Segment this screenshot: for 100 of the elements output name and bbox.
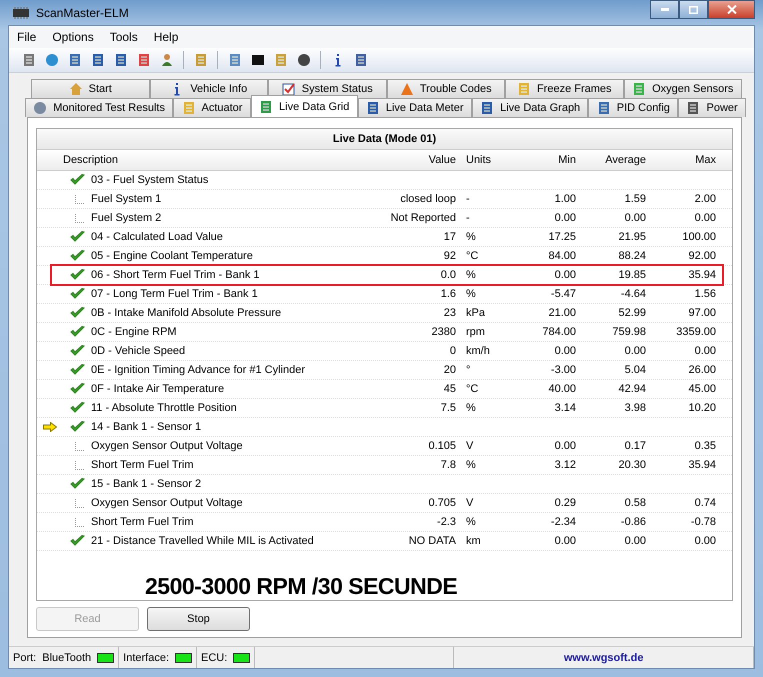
website-link[interactable]: www.wgsoft.de — [564, 652, 644, 664]
menu-item[interactable]: File — [17, 30, 36, 44]
min-cell: 0.29 — [554, 497, 576, 509]
min-cell: 40.00 — [548, 383, 576, 395]
max-cell: 26.00 — [688, 364, 716, 376]
tree-line — [75, 194, 85, 204]
tab[interactable]: Trouble Codes — [386, 79, 505, 98]
description-cell: 0C - Engine RPM — [91, 326, 177, 338]
max-cell: 10.20 — [688, 402, 716, 414]
menu-item[interactable]: Tools — [110, 30, 138, 44]
description-cell: 0F - Intake Air Temperature — [91, 383, 224, 395]
units-cell: V — [466, 440, 474, 452]
min-cell: 21.00 — [548, 307, 576, 319]
average-cell: 1.59 — [624, 193, 646, 205]
tab[interactable]: Live Data Meter — [358, 98, 472, 117]
average-cell: 19.85 — [618, 269, 646, 281]
tab[interactable]: Power — [678, 98, 746, 117]
column-header[interactable]: Min — [510, 154, 580, 166]
person-icon — [160, 53, 174, 67]
tab[interactable]: Vehicle Info — [150, 79, 268, 98]
description-cell: Short Term Fuel Trim — [91, 516, 194, 528]
check-icon — [70, 402, 85, 414]
min-cell: 784.00 — [542, 326, 576, 338]
tab[interactable]: PID Config — [588, 98, 678, 117]
max-cell: 3359.00 — [676, 326, 716, 338]
tree-line — [75, 518, 85, 526]
tab[interactable]: Freeze Frames — [505, 79, 624, 98]
value-cell: 7.8 — [440, 459, 456, 471]
check-icon — [70, 307, 85, 319]
grid-title: Live Data (Mode 01) — [37, 129, 732, 150]
value-cell: 1.6 — [440, 288, 456, 300]
average-cell: 0.00 — [624, 535, 646, 547]
min-cell: 3.12 — [554, 459, 576, 471]
column-header[interactable]: Value — [360, 154, 460, 166]
min-cell: -5.47 — [550, 288, 576, 300]
tab[interactable]: Live Data Graph — [472, 98, 588, 117]
units-cell: ° — [466, 364, 470, 376]
minimize-button[interactable] — [650, 0, 679, 19]
value-cell: 7.5 — [440, 402, 456, 414]
house-icon — [68, 82, 83, 96]
tab[interactable]: Live Data Grid — [250, 95, 358, 117]
average-cell: 20.30 — [618, 459, 646, 471]
column-header[interactable]: Units — [460, 154, 510, 166]
units-cell: - — [466, 212, 470, 224]
max-cell: 0.00 — [694, 212, 716, 224]
tab[interactable]: Actuator — [173, 98, 251, 117]
menu-item[interactable]: Help — [154, 30, 178, 44]
min-cell: 17.25 — [548, 231, 576, 243]
tree-line — [75, 214, 85, 222]
max-cell: 100.00 — [682, 231, 716, 243]
description-cell: 05 - Engine Coolant Temperature — [91, 250, 253, 262]
units-cell: - — [466, 193, 470, 205]
value-cell: -2.3 — [437, 516, 456, 528]
column-header[interactable]: Max — [650, 154, 720, 166]
maximize-icon — [689, 6, 698, 14]
value-cell: 2380 — [432, 326, 456, 338]
max-cell: 45.00 — [688, 383, 716, 395]
column-header[interactable]: Description — [37, 154, 360, 166]
value-cell: 0.705 — [428, 497, 456, 509]
menu-item[interactable]: Options — [52, 30, 94, 44]
description-cell: 15 - Bank 1 - Sensor 2 — [91, 478, 202, 490]
max-cell: 92.00 — [688, 250, 716, 262]
maximize-button[interactable] — [679, 0, 708, 19]
value-cell: 92 — [444, 250, 456, 262]
ecu-label: ECU: — [201, 652, 228, 664]
window-title: ScanMaster-ELM — [36, 6, 129, 20]
min-cell: -3.00 — [550, 364, 576, 376]
units-cell: % — [466, 231, 476, 243]
tree-line — [75, 442, 85, 450]
units-cell: °C — [466, 250, 478, 262]
max-cell: 97.00 — [688, 307, 716, 319]
description-cell: 0D - Vehicle Speed — [91, 345, 186, 357]
average-cell: 0.17 — [624, 440, 646, 452]
units-cell: % — [466, 402, 476, 414]
list-icon — [259, 100, 274, 114]
port-value: BlueTooth — [42, 652, 92, 664]
average-cell: 0.00 — [624, 345, 646, 357]
min-cell: 3.14 — [554, 402, 576, 414]
check-icon — [70, 231, 85, 243]
description-cell: 0E - Ignition Timing Advance for #1 Cylinder — [91, 364, 306, 376]
tab[interactable]: Start — [31, 79, 150, 98]
action-button[interactable]: Stop — [147, 607, 250, 631]
check-icon — [70, 174, 85, 186]
min-cell: 1.00 — [554, 193, 576, 205]
check-icon — [70, 478, 85, 490]
units-cell: km/h — [466, 345, 490, 357]
min-cell: 0.00 — [554, 212, 576, 224]
min-cell: 84.00 — [548, 250, 576, 262]
column-header[interactable]: Average — [580, 154, 650, 166]
tab[interactable]: Oxygen Sensors — [624, 79, 742, 98]
close-button[interactable] — [708, 0, 755, 19]
description-cell: 0B - Intake Manifold Absolute Pressure — [91, 307, 282, 319]
description-cell: 04 - Calculated Load Value — [91, 231, 223, 243]
description-cell: Fuel System 1 — [91, 193, 162, 205]
tab[interactable]: Monitored Test Results — [25, 98, 174, 117]
max-cell: 0.00 — [694, 345, 716, 357]
tree-line — [75, 460, 85, 470]
units-cell: V — [466, 497, 474, 509]
min-cell: 0.00 — [554, 269, 576, 281]
document-icon — [68, 53, 82, 67]
